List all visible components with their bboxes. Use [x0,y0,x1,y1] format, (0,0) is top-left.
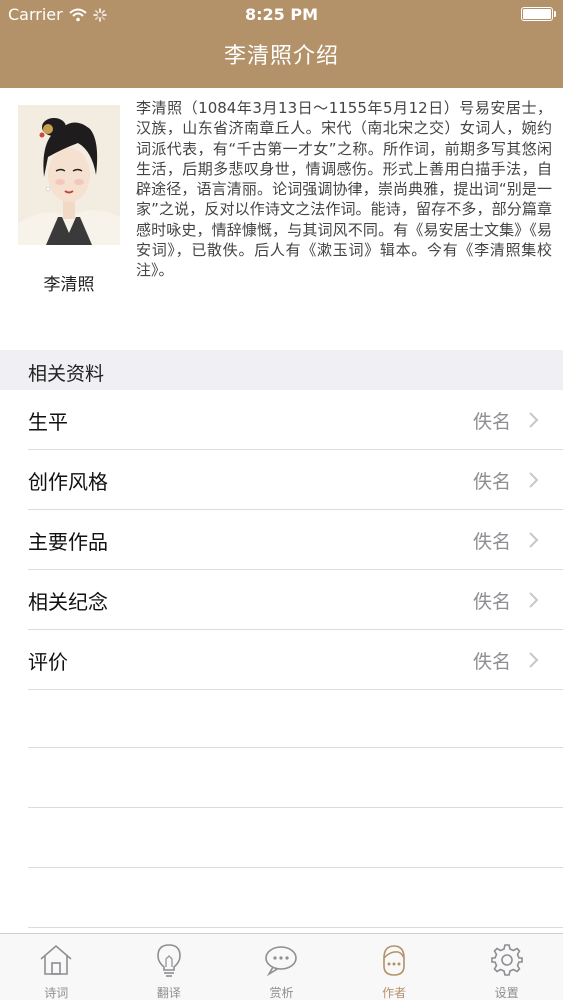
author-bio: 李清照（1084年3月13日～1155年5月12日）号易安居士，汉族，山东省济南… [136,99,552,280]
status-time: 8:25 PM [244,5,318,24]
list-item-label: 评价 [28,650,68,674]
house-icon [40,944,72,975]
speech-bubble-icon [265,946,298,977]
list-item-value: 佚名 [472,411,511,433]
chevron-right-icon [529,652,539,668]
tab-label: 作者 [382,986,407,1000]
divider [28,807,563,808]
author-name: 李清照 [43,275,95,295]
list-item-value: 佚名 [472,591,511,613]
list-item-label: 主要作品 [28,530,108,554]
tab-label: 翻译 [156,986,181,1000]
chevron-right-icon [529,532,539,548]
tab-appreciation[interactable]: 赏析 [225,934,338,1000]
list-item-works[interactable]: 主要作品 佚名 [28,510,563,570]
list-item-style[interactable]: 创作风格 佚名 [28,450,563,510]
section-header: 相关资料 [0,350,563,390]
list-item-biography[interactable]: 生平 佚名 [28,390,563,450]
list-item-evaluation[interactable]: 评价 佚名 [28,630,563,690]
list-item-memorials[interactable]: 相关纪念 佚名 [28,570,563,630]
tab-settings[interactable]: 设置 [450,934,563,1000]
list-item-value: 佚名 [472,531,511,553]
navigation-header: Carrier 8:25 PM 李清照介绍 [0,0,563,88]
author-portrait [18,105,120,245]
list-item-label: 生平 [28,410,68,434]
lightbulb-icon [157,944,181,977]
list-item-value: 佚名 [472,651,511,673]
chevron-right-icon [529,472,539,488]
tab-label: 赏析 [269,986,294,1000]
tab-author[interactable]: 作者 [338,934,451,1000]
list-item-label: 相关纪念 [28,590,108,614]
status-bar: Carrier 8:25 PM [0,0,563,28]
divider [28,747,563,748]
divider [28,867,563,868]
author-intro: 李清照 李清照（1084年3月13日～1155年5月12日）号易安居士，汉族，山… [0,88,563,350]
person-face-icon [383,945,405,976]
related-info-list: 生平 佚名 创作风格 佚名 主要作品 佚名 相关纪念 佚名 评价 佚名 [0,390,563,690]
chevron-right-icon [529,412,539,428]
tab-bar: 诗词 翻译 赏析 作者 设置 [0,933,563,1000]
tab-label: 设置 [494,986,519,1000]
gear-icon [490,944,523,976]
tab-label: 诗词 [44,986,69,1000]
tab-poems[interactable]: 诗词 [0,934,113,1000]
tab-translation[interactable]: 翻译 [113,934,226,1000]
battery-icon [521,7,556,21]
page-title: 李清照介绍 [223,44,339,69]
section-title: 相关资料 [28,363,105,385]
divider [28,927,563,928]
list-item-label: 创作风格 [28,470,108,494]
list-item-value: 佚名 [472,471,511,493]
chevron-right-icon [529,592,539,608]
